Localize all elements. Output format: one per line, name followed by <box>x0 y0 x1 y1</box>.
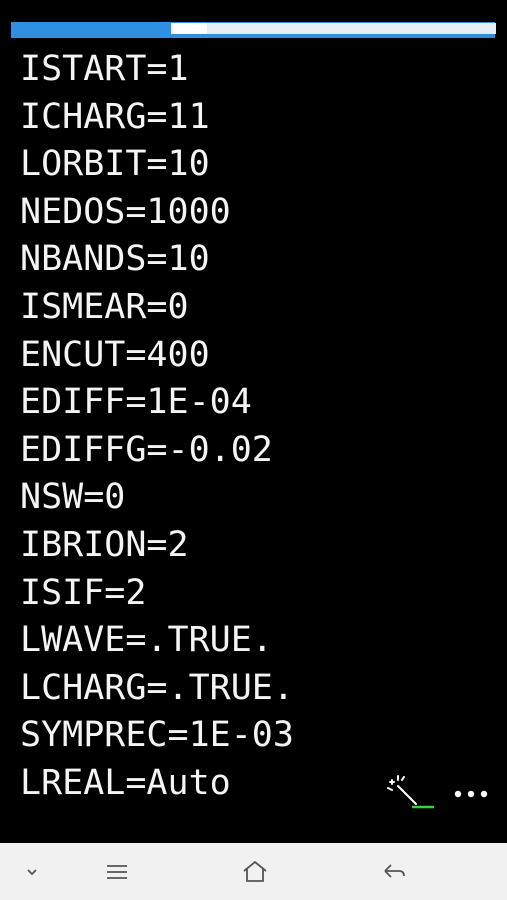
status-strip <box>0 0 507 22</box>
terminal-line: ICHARG=11 <box>20 96 210 137</box>
system-nav-bar <box>0 843 507 900</box>
terminal-output[interactable]: ISTART=1 ICHARG=11 LORBIT=10 NEDOS=1000 … <box>20 46 490 806</box>
terminal-line: NEDOS=1000 <box>20 191 231 232</box>
menu-icon[interactable] <box>95 853 139 891</box>
terminal-line: ISIF=2 <box>20 572 147 613</box>
home-icon[interactable] <box>233 853 277 891</box>
terminal-line: LCHARG=.TRUE. <box>20 667 294 708</box>
terminal-line: NSW=0 <box>20 477 126 518</box>
terminal-line: EDIFF=1E-04 <box>20 382 252 423</box>
terminal-line: IBRION=2 <box>20 524 189 565</box>
tab-indicator[interactable] <box>173 23 207 34</box>
terminal-line: EDIFFG=-0.02 <box>20 429 273 470</box>
terminal-line: LORBIT=10 <box>20 144 210 185</box>
terminal-line: SYMPREC=1E-03 <box>20 715 294 756</box>
terminal-line: ISTART=1 <box>20 49 189 89</box>
tab-bar[interactable] <box>11 22 496 38</box>
terminal-line: LWAVE=.TRUE. <box>20 620 273 661</box>
terminal-line: ENCUT=400 <box>20 334 210 375</box>
terminal-screen: ISTART=1 ICHARG=11 LORBIT=10 NEDOS=1000 … <box>0 0 507 900</box>
terminal-line: NBANDS=10 <box>20 239 210 280</box>
more-options-icon[interactable] <box>452 780 490 808</box>
chevron-down-icon[interactable] <box>10 853 54 891</box>
terminal-line: ISMEAR=0 <box>20 286 189 327</box>
terminal-toolbar <box>380 772 495 816</box>
tab-track <box>171 23 496 34</box>
magic-wand-icon[interactable] <box>384 772 436 816</box>
back-icon[interactable] <box>372 853 416 891</box>
